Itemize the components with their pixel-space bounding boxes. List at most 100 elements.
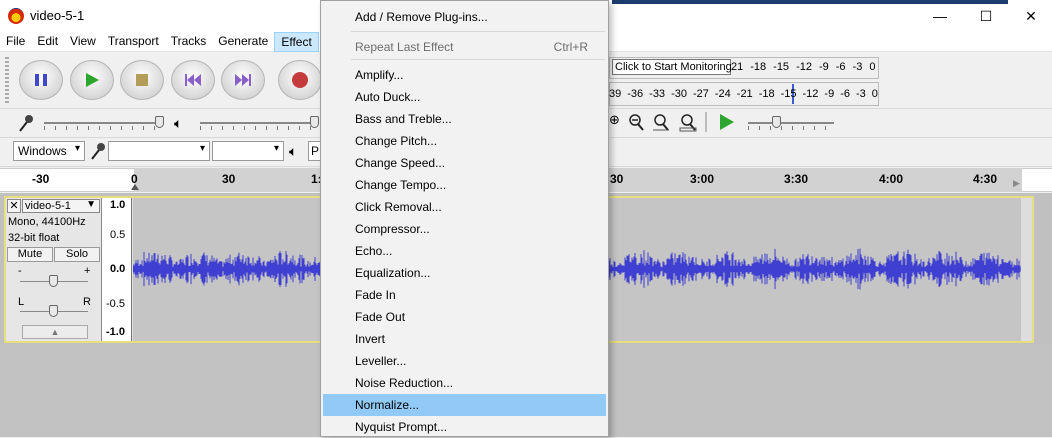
menu-view[interactable]: View bbox=[64, 32, 102, 52]
effect-menu-item[interactable]: Add / Remove Plug-ins... bbox=[323, 6, 606, 28]
menu-tracks[interactable]: Tracks bbox=[165, 32, 213, 52]
speaker-icon: 🔈︎ bbox=[289, 143, 298, 159]
close-button[interactable]: ✕ bbox=[1008, 0, 1052, 32]
menu-separator bbox=[351, 59, 605, 60]
effect-menu-item[interactable]: Fade In bbox=[323, 284, 606, 306]
effect-menu-item[interactable]: Fade Out bbox=[323, 306, 606, 328]
effect-menu-item[interactable]: Compressor... bbox=[323, 218, 606, 240]
play-button[interactable] bbox=[70, 60, 114, 100]
fit-project-button[interactable] bbox=[678, 112, 698, 132]
effect-menu-item[interactable]: Equalization... bbox=[323, 262, 606, 284]
effect-menu-item-label: Bass and Treble... bbox=[355, 112, 452, 126]
gain-minus-label: - bbox=[18, 265, 22, 277]
meter-tick: -24 bbox=[714, 88, 731, 100]
effect-menu-item-label: Change Pitch... bbox=[355, 134, 438, 148]
menu-transport[interactable]: Transport bbox=[102, 32, 165, 52]
maximize-button[interactable]: ☐ bbox=[963, 0, 1009, 32]
pan-left-label: L bbox=[18, 296, 25, 308]
toolbar-grip[interactable] bbox=[5, 57, 9, 105]
skip-to-start-button[interactable] bbox=[171, 60, 215, 100]
meter-tick: -9 bbox=[824, 88, 835, 100]
recording-channels-select[interactable]: ▾ bbox=[212, 141, 284, 161]
effect-menu-item[interactable]: Leveller... bbox=[323, 350, 606, 372]
effect-menu-item[interactable]: Change Pitch... bbox=[323, 130, 606, 152]
effect-menu-item[interactable]: Invert bbox=[323, 328, 606, 350]
effect-menu-item[interactable]: Auto Duck... bbox=[323, 86, 606, 108]
effect-menu-item[interactable]: Nyquist Prompt... bbox=[323, 416, 606, 438]
collapse-track-button[interactable]: ▲ bbox=[22, 325, 88, 339]
meter-tick: 0 bbox=[869, 61, 876, 73]
record-meter-scale: 21 -18 -15 -12 -9 -6 -3 0 bbox=[731, 61, 875, 73]
track-close-button[interactable]: ✕ bbox=[7, 199, 21, 213]
skip-to-end-button[interactable] bbox=[221, 60, 265, 100]
effect-menu-item-label: Invert bbox=[355, 332, 386, 346]
record-icon bbox=[292, 72, 308, 88]
play-at-speed-button[interactable] bbox=[718, 113, 738, 133]
vruler-label: 1.0 bbox=[110, 199, 126, 211]
playback-volume-slider[interactable] bbox=[200, 122, 318, 124]
meter-tick: -9 bbox=[818, 61, 829, 73]
record-meter-hint[interactable]: Click to Start Monitoring bbox=[612, 59, 732, 75]
menu-separator bbox=[351, 31, 605, 32]
track-format-info: Mono, 44100Hz bbox=[8, 216, 86, 228]
effect-menu-item[interactable]: Change Speed... bbox=[323, 152, 606, 174]
menu-edit[interactable]: Edit bbox=[31, 32, 64, 52]
zoom-in-icon[interactable]: ⊕ bbox=[609, 112, 621, 132]
pause-button[interactable] bbox=[19, 60, 63, 100]
effect-menu-item[interactable]: Click Removal... bbox=[323, 196, 606, 218]
effect-menu-item: Repeat Last Effect Ctrl+R bbox=[323, 36, 606, 58]
meter-tick: 0 bbox=[871, 88, 878, 100]
effect-menu-item[interactable]: Bass and Treble... bbox=[323, 108, 606, 130]
meter-tick: -21 bbox=[736, 88, 753, 100]
meter-tick: -3 bbox=[855, 88, 866, 100]
pan-slider-thumb[interactable] bbox=[49, 305, 58, 317]
recording-device-select[interactable]: ▾ bbox=[108, 141, 210, 161]
meter-tick: -18 bbox=[758, 88, 775, 100]
play-speed-thumb[interactable] bbox=[772, 116, 781, 128]
effect-menu-item[interactable]: Echo... bbox=[323, 240, 606, 262]
record-button[interactable] bbox=[278, 60, 322, 100]
effect-menu-item[interactable]: Change Tempo... bbox=[323, 174, 606, 196]
menu-file[interactable]: File bbox=[0, 32, 31, 52]
close-icon: ✕ bbox=[9, 200, 19, 212]
minimize-button[interactable]: — bbox=[917, 0, 963, 32]
fit-selection-button[interactable] bbox=[651, 112, 671, 132]
skip-end-icon bbox=[235, 74, 251, 86]
speaker-icon: 🔈︎ bbox=[174, 115, 183, 131]
meter-tick: -3 bbox=[852, 61, 863, 73]
play-icon bbox=[720, 114, 734, 130]
maximize-icon: ☐ bbox=[979, 7, 993, 24]
menu-generate[interactable]: Generate bbox=[212, 32, 274, 52]
stop-button[interactable] bbox=[120, 60, 164, 100]
mute-button[interactable]: Mute bbox=[7, 247, 53, 262]
stop-icon bbox=[136, 74, 148, 86]
meter-tick: -12 bbox=[796, 61, 812, 73]
toolbar-divider bbox=[705, 112, 707, 132]
meter-tick: -15 bbox=[773, 61, 790, 73]
audio-host-value: Windows bbox=[18, 144, 67, 158]
playback-volume-thumb[interactable] bbox=[310, 116, 319, 128]
record-volume-thumb[interactable] bbox=[155, 116, 164, 128]
effect-menu-item[interactable]: Normalize... bbox=[323, 394, 606, 416]
gain-slider-thumb[interactable] bbox=[49, 275, 58, 287]
effect-menu-item-label: Noise Reduction... bbox=[355, 376, 454, 390]
effect-menu-item[interactable]: Noise Reduction... bbox=[323, 372, 606, 394]
meter-tick: -15 bbox=[780, 88, 797, 100]
microphone-icon bbox=[16, 113, 36, 133]
meter-tick: -33 bbox=[649, 88, 666, 100]
track-name-menu[interactable]: video-5-1 ▼ bbox=[22, 199, 100, 213]
effect-menu-item[interactable]: Amplify... bbox=[323, 64, 606, 86]
record-volume-slider[interactable] bbox=[44, 122, 164, 124]
menu-effect[interactable]: Effect bbox=[274, 32, 319, 52]
meter-tick: -18 bbox=[750, 61, 767, 73]
window-title: video-5-1 bbox=[30, 8, 85, 23]
meter-tick: -27 bbox=[692, 88, 709, 100]
vruler-label: 0.5 bbox=[110, 229, 126, 241]
collapse-up-icon: ▲ bbox=[50, 327, 60, 337]
audio-host-select[interactable]: Windows ▾ bbox=[13, 141, 85, 161]
play-speed-slider[interactable] bbox=[748, 122, 834, 124]
zoom-out-button[interactable] bbox=[626, 112, 646, 132]
effect-menu-item-label: Nyquist Prompt... bbox=[355, 420, 448, 434]
solo-button[interactable]: Solo bbox=[54, 247, 100, 262]
effect-menu: Add / Remove Plug-ins... Repeat Last Effe… bbox=[320, 0, 609, 437]
